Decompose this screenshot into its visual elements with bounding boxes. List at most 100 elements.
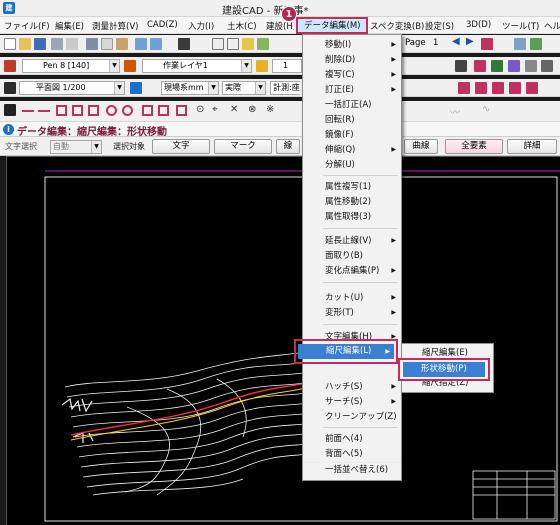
select-icon[interactable] xyxy=(4,104,16,116)
circle-icon[interactable] xyxy=(106,105,117,116)
menu-item-attr-copy[interactable]: 属性複写(1) xyxy=(303,180,401,194)
menu-item-bring-front[interactable]: 前面へ(4) xyxy=(303,432,401,446)
cut-icon[interactable] xyxy=(86,38,98,50)
cross-icon[interactable]: ✕ xyxy=(230,104,238,115)
menu-settings[interactable]: 設定(S) xyxy=(425,20,454,32)
rect2-icon[interactable] xyxy=(72,105,83,116)
scale-select[interactable]: 実際 ▼ xyxy=(222,81,266,95)
open-icon[interactable] xyxy=(19,38,31,50)
menu-item-mirror[interactable]: 鏡像(F) xyxy=(303,128,401,142)
menu-item-attr-move[interactable]: 属性移動(2) xyxy=(303,195,401,209)
page-add-icon[interactable] xyxy=(481,38,493,50)
menu-item-copy[interactable]: 複写(C) ▶ xyxy=(303,68,401,82)
menu-item-extend[interactable]: 延長止線(V) ▶ xyxy=(303,234,401,248)
text-button[interactable]: 文字 xyxy=(152,139,210,154)
print-icon[interactable] xyxy=(51,38,63,50)
mirror-icon[interactable] xyxy=(509,82,521,94)
layer-manager-icon[interactable] xyxy=(514,38,526,50)
view-icon[interactable] xyxy=(4,82,16,94)
line-button[interactable]: 線 xyxy=(276,139,300,154)
grid-icon[interactable] xyxy=(257,38,269,50)
rect-icon[interactable] xyxy=(56,105,67,116)
menu-item-send-back[interactable]: 背面へ(5) xyxy=(303,447,401,461)
menu-item-explode[interactable]: 分解(U) xyxy=(303,158,401,172)
units-select[interactable]: 現場系mm ▼ xyxy=(161,81,219,95)
dim-icon[interactable] xyxy=(142,105,153,116)
menu-edit[interactable]: 編集(E) xyxy=(55,20,84,32)
menu-item-stretch[interactable]: 伸縮(Q) ▶ xyxy=(303,143,401,157)
point-icon[interactable]: ⊙ xyxy=(196,104,204,115)
toolbar-options-icon[interactable] xyxy=(530,38,542,50)
pen-select[interactable]: Pen 8 [140] ▼ xyxy=(22,59,120,73)
menu-item-transform[interactable]: 変形(T) ▶ xyxy=(303,306,401,320)
table-icon[interactable] xyxy=(88,105,99,116)
spline-icon[interactable]: ∿ xyxy=(482,104,490,115)
layer-icon[interactable] xyxy=(124,60,136,72)
redo-icon[interactable] xyxy=(150,38,162,50)
menu-item-search[interactable]: サーチ(S) ▶ xyxy=(303,395,401,409)
snap-icon[interactable] xyxy=(474,60,486,72)
save-icon[interactable] xyxy=(34,38,46,50)
node-icon[interactable]: ⌖ xyxy=(212,104,218,115)
snap-point-icon[interactable] xyxy=(508,60,520,72)
detail-button[interactable]: 詳細 xyxy=(507,139,557,154)
menu-item-cut[interactable]: カット(U) ▶ xyxy=(303,291,401,305)
menu-item-hatch[interactable]: ハッチ(S) ▶ xyxy=(303,380,401,394)
submenu-item-shape-move[interactable]: 形状移動(P) xyxy=(403,362,485,377)
help-pointer-icon[interactable] xyxy=(178,38,190,50)
mark-icon[interactable]: ⊗ xyxy=(248,104,256,115)
menu-item-rotate[interactable]: 回転(R) xyxy=(303,113,401,127)
auto-select[interactable]: 自動 ▼ xyxy=(50,140,102,154)
linetype-icon[interactable] xyxy=(256,60,268,72)
menu-civil[interactable]: 土木(C) xyxy=(227,20,257,32)
pen-icon[interactable] xyxy=(4,60,16,72)
undo-icon[interactable] xyxy=(135,38,147,50)
color-icon[interactable] xyxy=(458,82,470,94)
menu-help[interactable]: ヘル xyxy=(544,20,560,32)
menu-item-correct[interactable]: 訂正(E) ▶ xyxy=(303,83,401,97)
menu-data-edit[interactable]: データ編集(M) xyxy=(296,17,369,34)
snap-grid-icon[interactable] xyxy=(491,60,503,72)
array-icon[interactable] xyxy=(526,82,538,94)
menu-item-cleanup[interactable]: クリーンアップ(Z) xyxy=(303,410,401,424)
linetype-select[interactable]: 1 xyxy=(272,59,302,73)
menu-spec-convert[interactable]: スペク変換(B) xyxy=(370,20,424,32)
snap-line-icon[interactable] xyxy=(525,60,537,72)
text-icon[interactable] xyxy=(176,105,187,116)
bulb-icon[interactable] xyxy=(242,38,254,50)
line-icon[interactable] xyxy=(22,110,34,112)
menu-cad[interactable]: CAD(Z) xyxy=(147,20,178,30)
preview-icon[interactable] xyxy=(66,38,78,50)
menu-survey[interactable]: 測量計算(V) xyxy=(92,20,138,32)
align-icon[interactable] xyxy=(492,82,504,94)
prev-page-icon[interactable]: ◀ xyxy=(452,36,460,47)
curve-button[interactable]: 曲線 xyxy=(404,139,438,154)
mark-button[interactable]: マーク xyxy=(214,139,272,154)
all-elements-button[interactable]: 全要素 xyxy=(445,139,503,154)
layer-select[interactable]: 作業レイヤ1 ▼ xyxy=(142,59,252,73)
menu-item-delete[interactable]: 削除(D) ▶ xyxy=(303,53,401,67)
polyline-icon[interactable] xyxy=(38,110,50,112)
menu-item-batch-correct[interactable]: 一括訂正(A) xyxy=(303,98,401,112)
paste-icon[interactable] xyxy=(116,38,128,50)
menu-item-chamfer[interactable]: 面取り(B) xyxy=(303,249,401,263)
menu-item-scale-edit[interactable]: 縮尺編集(L) ▶ xyxy=(298,344,394,359)
menu-item-vertex-edit[interactable]: 変化点編集(P) ▶ xyxy=(303,264,401,278)
menu-tools[interactable]: ツール(T) xyxy=(502,20,539,32)
menu-3d[interactable]: 3D(D) xyxy=(466,20,491,30)
zoom-window-icon[interactable] xyxy=(227,38,239,50)
zoom-icon[interactable] xyxy=(212,38,224,50)
hatch-icon[interactable] xyxy=(475,82,487,94)
measure-select[interactable]: 計測:座 xyxy=(270,81,300,95)
curve-icon[interactable]: 〰 xyxy=(450,104,460,119)
arc-icon[interactable] xyxy=(122,105,133,116)
view-select[interactable]: 平面図 1/200 ▼ xyxy=(19,81,125,95)
sheet-icon[interactable] xyxy=(130,82,142,94)
eyedropper-icon[interactable] xyxy=(455,60,467,72)
snap-more-icon[interactable] xyxy=(541,60,553,72)
menu-item-attr-get[interactable]: 属性取得(3) xyxy=(303,210,401,224)
menu-item-batch-sort[interactable]: 一括並べ替え(6) xyxy=(303,463,401,477)
dim2-icon[interactable] xyxy=(158,105,169,116)
drawing-canvas[interactable] xyxy=(6,156,560,525)
menu-input[interactable]: 入力(I) xyxy=(188,20,214,32)
